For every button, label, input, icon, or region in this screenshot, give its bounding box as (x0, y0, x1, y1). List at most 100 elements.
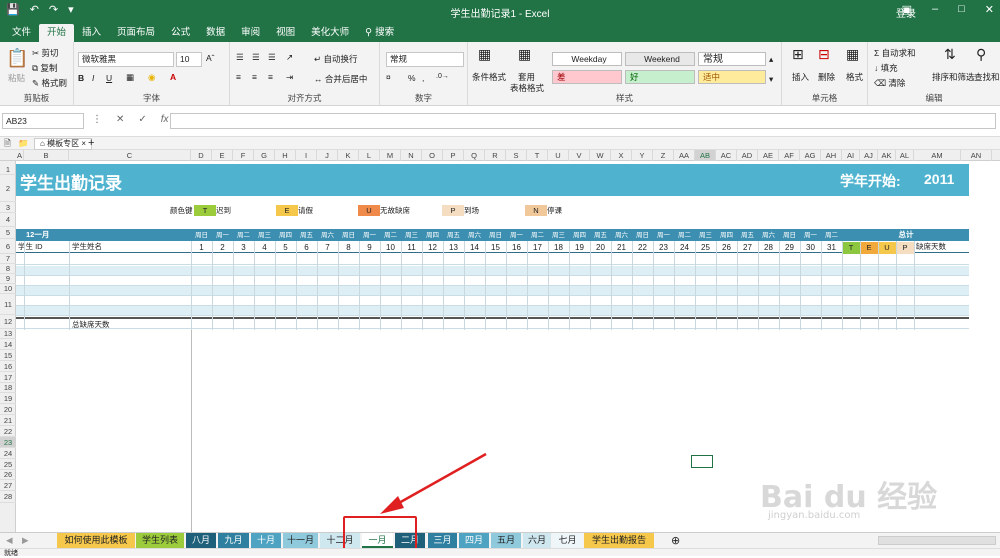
column-header-af[interactable]: AF (779, 150, 800, 161)
align-right-icon[interactable]: ≡ (268, 72, 273, 82)
format-table-icon[interactable]: ▦ (518, 46, 531, 63)
delete-cells-button[interactable]: 删除 (818, 71, 835, 83)
row-header-21[interactable]: 21 (0, 415, 16, 426)
column-header-q[interactable]: Q (464, 150, 485, 161)
currency-icon[interactable]: ¤ (386, 72, 391, 82)
clear-button[interactable]: ⌫ 清除 (874, 77, 905, 89)
bold-button[interactable]: B (78, 73, 84, 83)
paste-icon[interactable]: 📋 (6, 48, 28, 69)
tab-home[interactable]: 开始 (39, 24, 75, 42)
table-row[interactable] (16, 276, 969, 286)
sheet-tab-9[interactable]: 三月 (428, 533, 457, 548)
tab-file[interactable]: 文件 (4, 24, 39, 42)
row-header-14[interactable]: 14 (0, 339, 16, 350)
row-header-3[interactable]: 3 (0, 202, 16, 213)
column-header-ai[interactable]: AI (842, 150, 860, 161)
sheet-tab-1[interactable]: 学生列表 (136, 533, 184, 548)
sort-filter-icon[interactable]: ⇅ (944, 46, 956, 63)
font-color-icon[interactable]: A (170, 72, 176, 82)
row-header-20[interactable]: 20 (0, 404, 16, 415)
column-header-k[interactable]: K (338, 150, 359, 161)
column-header-y[interactable]: Y (632, 150, 653, 161)
column-header-aa[interactable]: AA (674, 150, 695, 161)
column-header-ae[interactable]: AE (758, 150, 779, 161)
sheet-tab-14[interactable]: 学生出勤报告 (584, 533, 654, 548)
row-header-4[interactable]: 4 (0, 213, 16, 227)
find-icon[interactable]: ⚲ (976, 46, 986, 63)
table-row[interactable] (16, 286, 969, 296)
row-header-5[interactable]: 5 (0, 227, 16, 239)
align-middle-icon[interactable]: ☰ (252, 52, 260, 63)
enter-icon[interactable]: ✓ (138, 114, 146, 125)
styles-scroll-icon[interactable]: ▴ (769, 54, 773, 65)
column-header-u[interactable]: U (548, 150, 569, 161)
ribbon-display-icon[interactable]: ▣ (902, 3, 912, 16)
column-header-e[interactable]: E (212, 150, 233, 161)
close-icon[interactable]: ✕ (985, 3, 994, 16)
align-bottom-icon[interactable]: ☰ (268, 52, 276, 63)
row-header-13[interactable]: 13 (0, 329, 16, 339)
wrap-text-button[interactable]: ↵ 自动换行 (314, 53, 358, 65)
scroll-left-icon[interactable]: ◀ (6, 535, 13, 546)
format-cells-icon[interactable]: ▦ (846, 46, 859, 63)
selected-cell[interactable] (691, 455, 713, 468)
row-header-6[interactable]: 6 (0, 239, 16, 254)
formula-input[interactable] (170, 113, 996, 129)
tab-insert[interactable]: 插入 (74, 24, 109, 42)
indent-icon[interactable]: ⇥ (286, 72, 293, 83)
merge-center-button[interactable]: ↔ 合并后居中 (314, 73, 367, 85)
conditional-format-icon[interactable]: ▦ (478, 46, 491, 63)
table-row[interactable] (16, 306, 969, 316)
column-header-j[interactable]: J (317, 150, 338, 161)
row-header-19[interactable]: 19 (0, 393, 16, 404)
column-header-ag[interactable]: AG (800, 150, 821, 161)
paste-button[interactable]: 粘贴 (8, 72, 25, 84)
style-neutral[interactable]: 适中 (698, 70, 766, 84)
row-header-2[interactable]: 2 (0, 175, 16, 202)
row-header-10[interactable]: 10 (0, 284, 16, 294)
insert-cells-icon[interactable]: ⊞ (792, 46, 804, 63)
row-header-16[interactable]: 16 (0, 361, 16, 372)
style-good[interactable]: 好 (625, 70, 695, 84)
insert-function-button[interactable]: fx (161, 114, 169, 125)
sheet-tab-11[interactable]: 五月 (491, 533, 521, 548)
style-bad[interactable]: 差 (552, 70, 622, 84)
name-box[interactable]: AB23 (2, 113, 84, 129)
sheet-tab-0[interactable]: 如何使用此模板 (57, 533, 135, 548)
cancel-icon[interactable]: ✕ (116, 114, 124, 125)
format-cells-button[interactable]: 格式 (846, 71, 863, 83)
conditional-format-button[interactable]: 条件格式 (472, 71, 506, 83)
column-header-o[interactable]: O (422, 150, 443, 161)
column-header-v[interactable]: V (569, 150, 590, 161)
tab-page-layout[interactable]: 页面布局 (109, 24, 163, 42)
fill-color-icon[interactable]: ◉ (148, 72, 155, 83)
column-header-am[interactable]: AM (914, 150, 961, 161)
copy-button[interactable]: ⧉ 复制 (32, 62, 57, 74)
comma-button[interactable]: , (422, 73, 424, 83)
sheet-tab-10[interactable]: 四月 (459, 533, 489, 548)
format-painter-button[interactable]: ✎ 格式刷 (32, 77, 67, 89)
add-sheet-icon[interactable]: ⊕ (671, 534, 680, 547)
fill-button[interactable]: ↓ 填充 (874, 62, 898, 74)
column-header-aj[interactable]: AJ (860, 150, 878, 161)
orientation-icon[interactable]: ↗ (286, 52, 293, 63)
scroll-right-icon[interactable]: ▶ (22, 535, 29, 546)
align-center-icon[interactable]: ≡ (252, 72, 257, 82)
row-header-8[interactable]: 8 (0, 264, 16, 274)
border-icon[interactable]: ▦ (126, 72, 134, 83)
column-header-r[interactable]: R (485, 150, 506, 161)
font-size-select[interactable]: 10 (176, 52, 202, 67)
table-row[interactable] (16, 266, 969, 276)
column-header-ad[interactable]: AD (737, 150, 758, 161)
column-header-ak[interactable]: AK (878, 150, 896, 161)
style-normal[interactable]: 常规 (698, 52, 766, 66)
italic-button[interactable]: I (92, 73, 94, 83)
sheet-tab-5[interactable]: 十一月 (283, 533, 318, 548)
row-header-22[interactable]: 22 (0, 426, 16, 437)
row-header-28[interactable]: 28 (0, 491, 16, 503)
sheet-tab-12[interactable]: 六月 (523, 533, 551, 548)
table-row[interactable] (16, 255, 969, 265)
styles-more-icon[interactable]: ▾ (769, 74, 773, 85)
sheet-tab-2[interactable]: 八月 (186, 533, 216, 548)
row-header-18[interactable]: 18 (0, 383, 16, 393)
